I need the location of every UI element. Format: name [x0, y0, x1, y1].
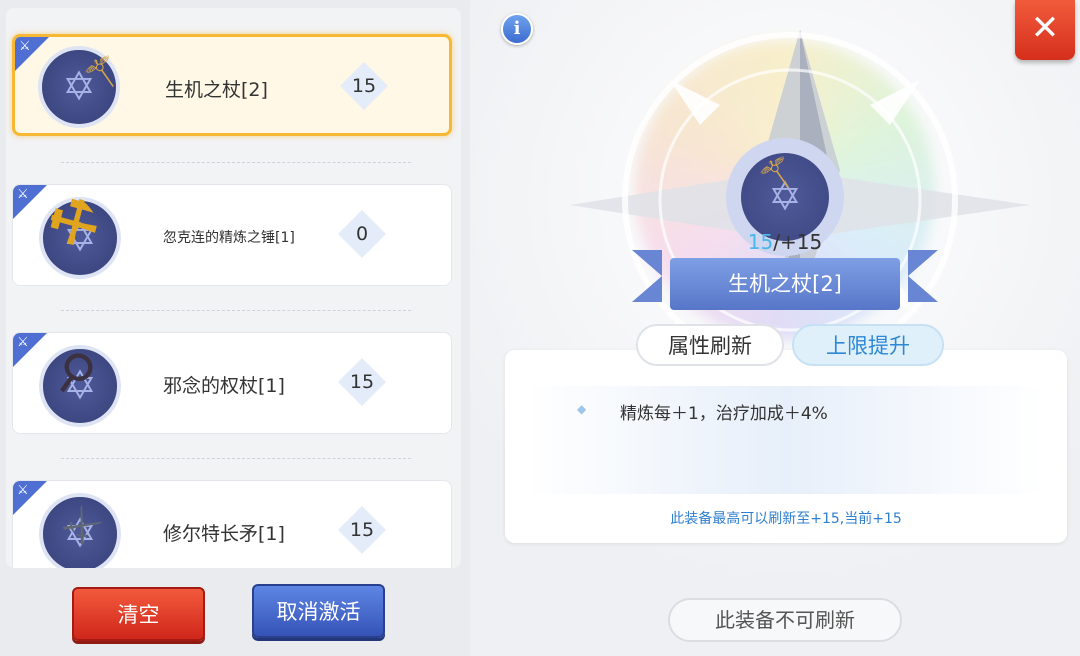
refine-level-display: 15/+15	[720, 230, 850, 254]
divider	[61, 162, 411, 163]
equipment-name: 忽克连的精炼之锤[1]	[163, 230, 295, 246]
equipment-name: 修尔特长矛[1]	[163, 523, 285, 545]
not-refreshable-button[interactable]: 此装备不可刷新	[668, 598, 902, 642]
sword-icon: ⚔	[17, 483, 29, 498]
equipment-card-3[interactable]: ⚔ ✡ ⚲ 邪念的权杖[1] 15	[12, 332, 452, 434]
refine-detail-panel: i ✕ ✡ ⚚ 15/+15 生机之杖[2] 属性刷新 上限提升 ◆ 精炼每＋1…	[470, 0, 1080, 656]
equipment-card-2[interactable]: ⚔ ✡ ⚒ 忽克连的精炼之锤[1] 0	[12, 184, 452, 286]
refine-level-badge: 0	[337, 209, 387, 259]
close-button[interactable]: ✕	[1015, 0, 1075, 60]
refine-level-value: 15	[349, 519, 375, 541]
equipment-list-panel: ⚔ ✡ ⚚ 生机之杖[2] 15 ⚔ ✡ ⚒ 忽克连的精炼之锤[1] 0 ⚔ ✡…	[0, 0, 470, 656]
refine-level-badge: 15	[337, 357, 387, 407]
divider	[61, 310, 411, 311]
refine-current: 15	[747, 230, 774, 254]
info-icon[interactable]: i	[501, 13, 533, 45]
ribbon-right-tail	[908, 250, 938, 302]
sword-icon: ⚔	[17, 335, 29, 350]
refine-level-value: 15	[349, 371, 375, 393]
tab-limit-increase[interactable]: 上限提升	[792, 324, 944, 366]
ribbon-left-tail	[632, 250, 662, 302]
max-refine-note: 此装备最高可以刷新至+15,当前+15	[670, 511, 902, 527]
equipment-card-1[interactable]: ⚔ ✡ ⚚ 生机之杖[2] 15	[12, 34, 452, 136]
refine-level-value: 0	[355, 223, 369, 245]
item-name: 生机之杖[2]	[728, 272, 842, 296]
refine-level-badge: 15	[337, 505, 387, 555]
divider	[61, 458, 411, 459]
sword-icon: ⚔	[19, 39, 31, 54]
equipment-list[interactable]: ⚔ ✡ ⚚ 生机之杖[2] 15 ⚔ ✡ ⚒ 忽克连的精炼之锤[1] 0 ⚔ ✡…	[6, 8, 461, 568]
cancel-activate-button[interactable]: 取消激活	[252, 584, 385, 638]
bullet-diamond-icon: ◆	[577, 402, 587, 416]
sword-icon: ⚔	[17, 187, 29, 202]
refine-level-badge: 15	[339, 61, 389, 111]
effect-text: 精炼每＋1，治疗加成＋4%	[620, 404, 828, 424]
refine-max: /+15	[773, 230, 823, 254]
equipment-name: 生机之杖[2]	[165, 79, 268, 101]
tab-attribute-refresh[interactable]: 属性刷新	[636, 324, 784, 366]
refine-level-value: 15	[351, 75, 377, 97]
equipment-card-4[interactable]: ⚔ ✡ ⚔ 修尔特长矛[1] 15	[12, 480, 452, 568]
equipment-name: 邪念的权杖[1]	[163, 375, 285, 397]
clear-button[interactable]: 清空	[72, 587, 205, 641]
